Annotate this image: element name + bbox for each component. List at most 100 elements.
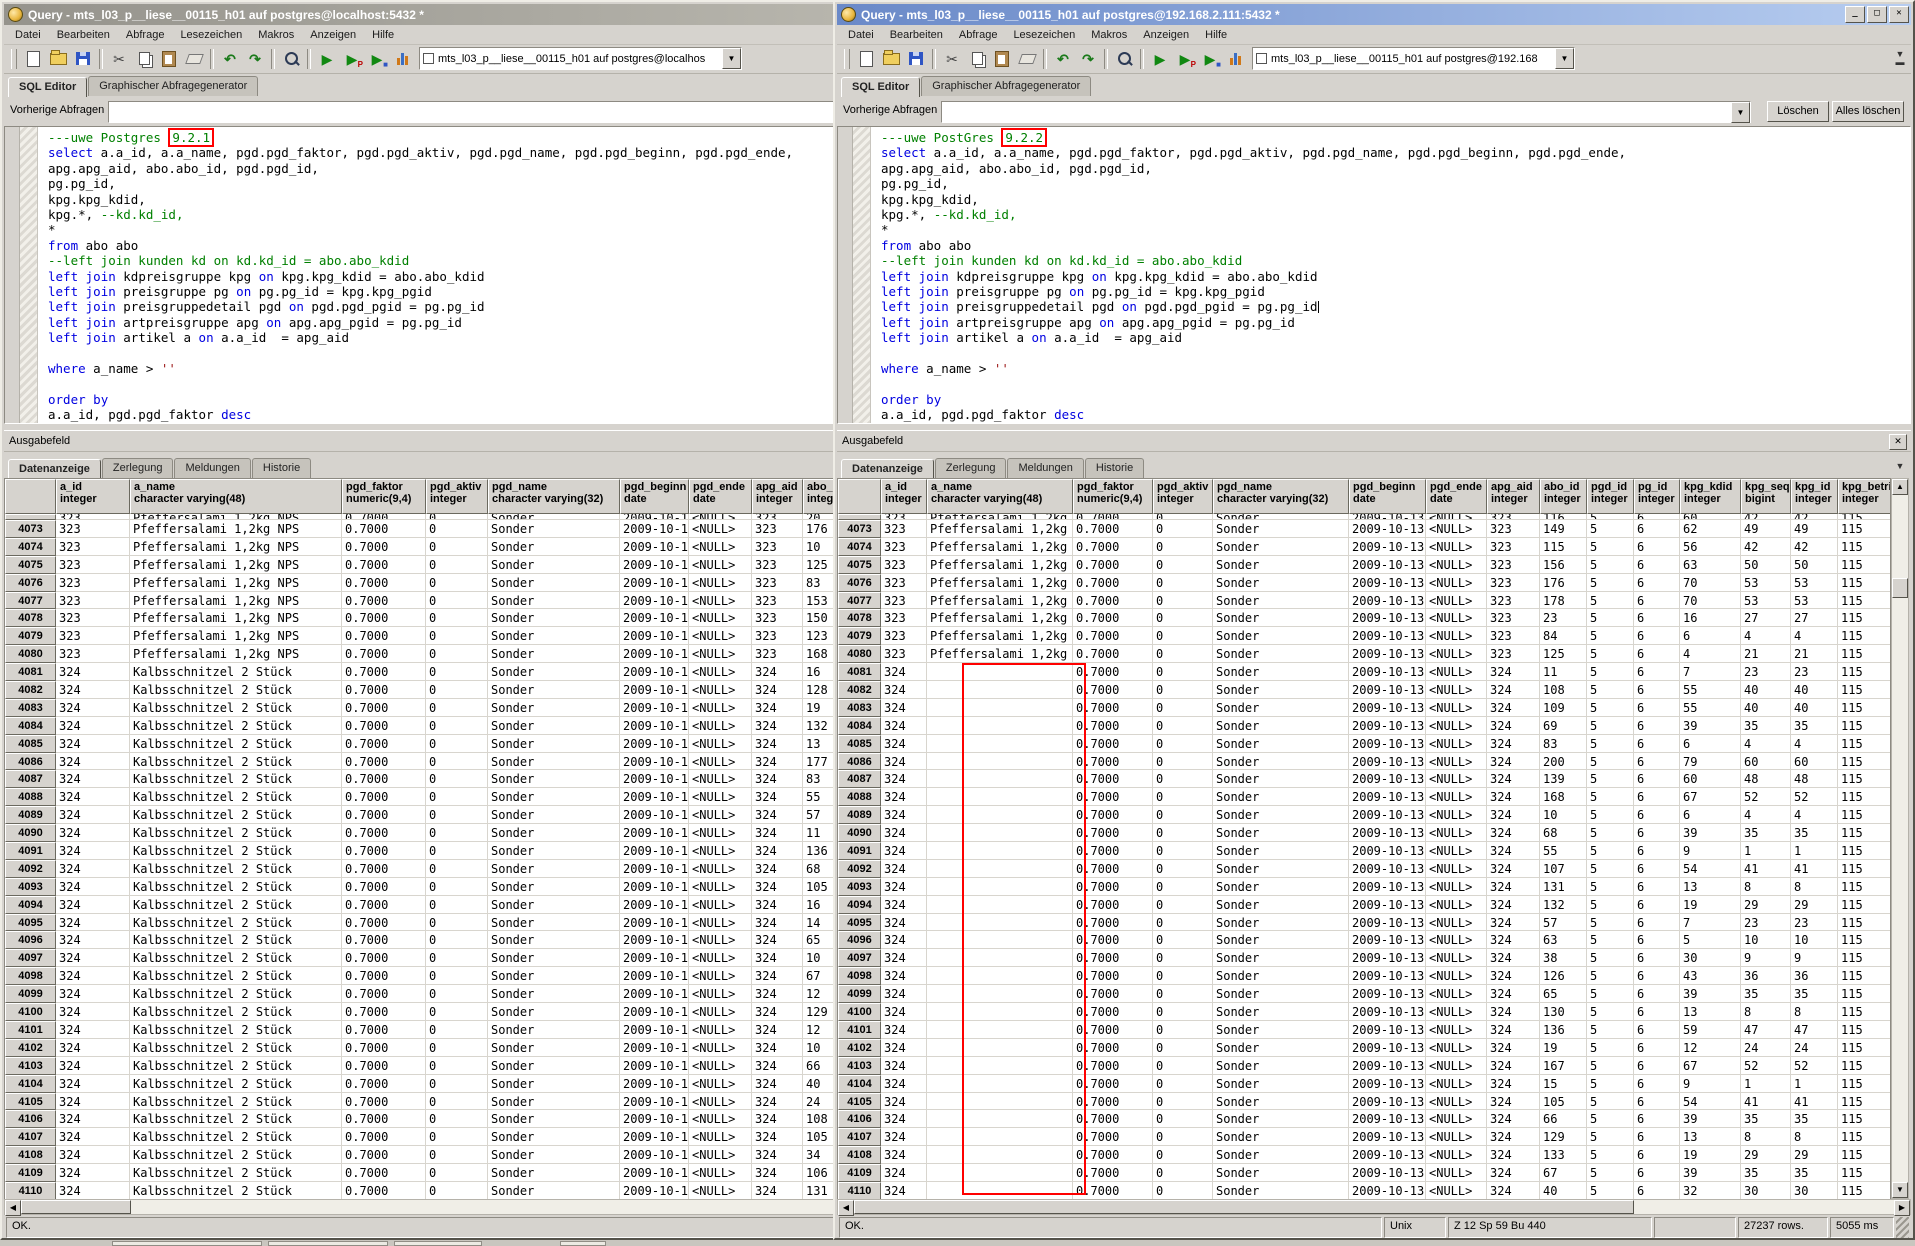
grid-cell[interactable]: 5 [1587, 753, 1634, 771]
grid-cell[interactable]: 324 [56, 931, 130, 949]
grid-cell[interactable]: 5 [1587, 681, 1634, 699]
grid-cell[interactable]: 6 [1634, 1093, 1680, 1111]
grid-cell[interactable]: 30 [1791, 1182, 1838, 1200]
grid-cell[interactable] [927, 770, 1073, 788]
row-number[interactable]: 4096 [5, 931, 56, 949]
grid-cell[interactable]: 2009-10-13 [1349, 1093, 1426, 1111]
row-number[interactable]: 4092 [5, 860, 56, 878]
grid-cell[interactable]: 0 [426, 1039, 488, 1057]
table-row[interactable]: 4083324Kalbsschnitzel 2 Stück0.70000Sond… [5, 699, 833, 717]
grid-cell[interactable]: 2009-10-13 [620, 914, 689, 932]
grid-cell[interactable]: Kalbsschnitzel 2 Stück [130, 681, 342, 699]
grid-cell[interactable]: 323 [881, 574, 927, 592]
grid-cell[interactable]: 324 [881, 1057, 927, 1075]
grid-cell[interactable]: 2009-10-13 [1349, 770, 1426, 788]
grid-cell[interactable] [927, 824, 1073, 842]
grid-cell[interactable]: 2009-10-13 [620, 1128, 689, 1146]
grid-cell[interactable]: 6 [1634, 985, 1680, 1003]
row-number[interactable]: 4091 [838, 842, 881, 860]
grid-cell[interactable]: <NULL> [689, 1182, 752, 1200]
grid-cell[interactable] [927, 842, 1073, 860]
grid-cell[interactable]: 2009-10-13 [620, 860, 689, 878]
grid-cell[interactable]: 5 [1587, 663, 1634, 681]
grid-cell[interactable]: Kalbsschnitzel 2 Stück [130, 860, 342, 878]
grid-cell[interactable]: 125 [1540, 645, 1587, 663]
grid-cell[interactable]: Kalbsschnitzel 2 Stück [130, 770, 342, 788]
grid-cell[interactable]: Pfeffersalami 1,2kg NPS [927, 556, 1073, 574]
grid-cell[interactable]: 19 [803, 699, 833, 717]
grid-cell[interactable] [927, 967, 1073, 985]
grid-cell[interactable]: 0 [1153, 735, 1213, 753]
grid-cell[interactable]: Sonder [1213, 1021, 1349, 1039]
grid-cell[interactable]: Kalbsschnitzel 2 Stück [130, 806, 342, 824]
grid-cell[interactable]: 2009-10-13 [1349, 753, 1426, 771]
table-row[interactable]: 40923240.70000Sonder2009-10-13<NULL>3241… [838, 860, 1890, 878]
menu-lesezeichen[interactable]: Lesezeichen [1006, 27, 1082, 43]
grid-cell[interactable]: 5 [1587, 1182, 1634, 1200]
execute-pgscript-button[interactable]: ▶P [340, 47, 364, 70]
grid-cell[interactable]: Kalbsschnitzel 2 Stück [130, 1110, 342, 1128]
scroll-right-icon[interactable]: ▶ [1894, 1200, 1910, 1216]
grid-cell[interactable]: 0 [1153, 806, 1213, 824]
table-row[interactable]: 4094324Kalbsschnitzel 2 Stück0.70000Sond… [5, 896, 833, 914]
table-row[interactable]: 4080323Pfeffersalami 1,2kg NPS0.70000Son… [838, 645, 1890, 663]
grid-cell[interactable]: 0.7000 [342, 931, 426, 949]
grid-cell[interactable]: 0 [1153, 699, 1213, 717]
grid-cell[interactable]: 0 [426, 717, 488, 735]
splitter-handle[interactable] [4, 422, 833, 430]
row-number[interactable]: 4105 [5, 1093, 56, 1111]
table-row[interactable]: 40893240.70000Sonder2009-10-13<NULL>3241… [838, 806, 1890, 824]
grid-cell[interactable]: 83 [1540, 735, 1587, 753]
grid-cell[interactable] [927, 753, 1073, 771]
grid-cell[interactable]: 108 [1540, 681, 1587, 699]
grid-cell[interactable]: 0.7000 [342, 592, 426, 610]
grid-cell[interactable]: 6 [1634, 663, 1680, 681]
table-row[interactable]: 40833240.70000Sonder2009-10-13<NULL>3241… [838, 699, 1890, 717]
table-row[interactable]: 4081324Kalbsschnitzel 2 Stück0.70000Sond… [5, 663, 833, 681]
grid-cell[interactable]: 53 [1741, 592, 1791, 610]
grid-cell[interactable]: 0 [426, 788, 488, 806]
grid-cell[interactable]: 4 [1791, 735, 1838, 753]
grid-cell[interactable]: 5 [1587, 806, 1634, 824]
grid-cell[interactable]: 6 [1634, 931, 1680, 949]
grid-cell[interactable]: 324 [881, 1039, 927, 1057]
grid-cell[interactable]: 0.7000 [342, 1128, 426, 1146]
table-row[interactable]: 4079323Pfeffersalami 1,2kg NPS0.70000Son… [838, 627, 1890, 645]
grid-cell[interactable]: 324 [56, 735, 130, 753]
grid-cell[interactable]: <NULL> [1426, 1057, 1487, 1075]
grid-cell[interactable]: Sonder [488, 574, 620, 592]
grid-cell[interactable]: Kalbsschnitzel 2 Stück [130, 896, 342, 914]
grid-cell[interactable]: 4 [1741, 627, 1791, 645]
output-tab-1[interactable]: Zerlegung [935, 458, 1007, 478]
menu-anzeigen[interactable]: Anzeigen [303, 27, 363, 43]
grid-cell[interactable]: 35 [1741, 1110, 1791, 1128]
grid-cell[interactable]: 57 [803, 806, 833, 824]
grid-cell[interactable]: 324 [752, 842, 803, 860]
grid-cell[interactable]: 0 [426, 1057, 488, 1075]
grid-cell[interactable]: 0.7000 [1073, 842, 1153, 860]
row-number[interactable]: 4095 [5, 914, 56, 932]
grid-cell[interactable]: 2009-10-13 [1349, 735, 1426, 753]
grid-cell[interactable]: 0 [426, 1110, 488, 1128]
grid-cell[interactable]: 6 [1634, 627, 1680, 645]
find-button[interactable] [279, 47, 303, 70]
execute-pgscript-button[interactable]: ▶P [1173, 47, 1197, 70]
grid-cell[interactable]: 0.7000 [1073, 985, 1153, 1003]
table-row[interactable]: 4110324Kalbsschnitzel 2 Stück0.70000Sond… [5, 1182, 833, 1200]
grid-cell[interactable]: 324 [752, 1128, 803, 1146]
grid-cell[interactable]: 5 [1587, 717, 1634, 735]
row-number[interactable]: 4083 [5, 699, 56, 717]
row-number[interactable]: 4076 [5, 574, 56, 592]
grid-cell[interactable]: <NULL> [1426, 627, 1487, 645]
grid-cell[interactable]: 68 [1540, 824, 1587, 842]
resize-grip[interactable] [1896, 1217, 1909, 1238]
grid-cell[interactable]: Sonder [488, 1110, 620, 1128]
grid-cell[interactable]: 115 [1838, 842, 1890, 860]
grid-cell[interactable]: 2009-10-13 [1349, 967, 1426, 985]
grid-cell[interactable]: 324 [752, 663, 803, 681]
grid-cell[interactable]: 324 [752, 1021, 803, 1039]
grid-cell[interactable]: 6 [1634, 520, 1680, 538]
grid-cell[interactable]: Sonder [1213, 1164, 1349, 1182]
grid-cell[interactable]: 5 [1587, 556, 1634, 574]
grid-cell[interactable] [927, 735, 1073, 753]
